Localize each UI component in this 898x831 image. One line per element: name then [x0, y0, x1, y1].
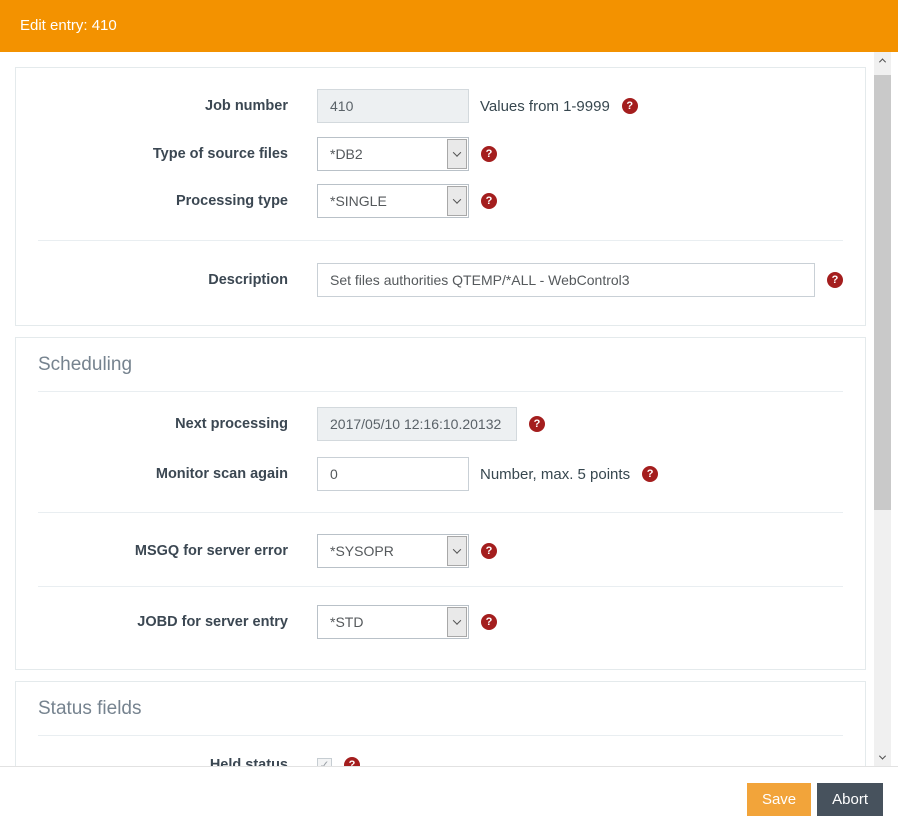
form-row-jobd: JOBD for server entry *STD ?: [38, 605, 843, 639]
msgq-label: MSGQ for server error: [38, 543, 288, 559]
panel-status-fields: Status fields Held status ✓ ?: [15, 681, 866, 766]
monitor-scan-help-icon[interactable]: ?: [642, 466, 658, 482]
processing-type-select[interactable]: *SINGLE: [317, 184, 469, 218]
panel-scheduling: Scheduling Next processing ? Monitor sca…: [15, 337, 866, 670]
monitor-scan-label: Monitor scan again: [38, 466, 288, 482]
chevron-down-icon: [453, 616, 461, 624]
chevron-down-icon: [453, 148, 461, 156]
msgq-dropdown-button[interactable]: [447, 536, 467, 566]
processing-type-dropdown-button[interactable]: [447, 186, 467, 216]
jobd-dropdown-button[interactable]: [447, 607, 467, 637]
divider: [38, 735, 843, 736]
divider: [38, 391, 843, 392]
form-row-source-type: Type of source files *DB2 ?: [38, 137, 843, 171]
panel-general: Job number Values from 1-9999 ? Type of …: [15, 67, 866, 326]
job-number-input[interactable]: [317, 89, 469, 123]
divider: [38, 512, 843, 513]
status-section-title: Status fields: [38, 696, 843, 722]
held-status-label: Held status: [38, 757, 288, 766]
source-type-help-icon[interactable]: ?: [481, 146, 497, 162]
divider: [38, 240, 843, 241]
scroll-down-button[interactable]: [874, 749, 891, 766]
jobd-label: JOBD for server entry: [38, 614, 288, 630]
processing-type-help-icon[interactable]: ?: [481, 193, 497, 209]
dialog-footer: Save Abort: [0, 766, 898, 831]
form-row-next-processing: Next processing ?: [38, 407, 843, 441]
held-status-checkbox[interactable]: ✓: [317, 758, 332, 767]
form-row-description: Description ?: [38, 263, 843, 297]
job-number-label: Job number: [38, 98, 288, 114]
source-type-select[interactable]: *DB2: [317, 137, 469, 171]
form-row-held-status: Held status ✓ ?: [38, 757, 843, 766]
save-button[interactable]: Save: [747, 783, 811, 816]
description-input[interactable]: [317, 263, 815, 297]
dialog-title: Edit entry: 410: [20, 17, 117, 34]
chevron-down-icon: [453, 545, 461, 553]
jobd-select[interactable]: *STD: [317, 605, 469, 639]
scrollbar-thumb[interactable]: [874, 75, 891, 510]
chevron-up-icon: [879, 58, 886, 65]
monitor-scan-hint: Number, max. 5 points: [480, 466, 630, 483]
msgq-select[interactable]: *SYSOPR: [317, 534, 469, 568]
processing-type-label: Processing type: [38, 193, 288, 209]
dialog-title-bar: Edit entry: 410: [0, 0, 898, 52]
job-number-hint: Values from 1-9999: [480, 98, 610, 115]
jobd-help-icon[interactable]: ?: [481, 614, 497, 630]
held-status-help-icon[interactable]: ?: [344, 757, 360, 766]
jobd-selected-value: *STD: [330, 614, 363, 630]
monitor-scan-input[interactable]: [317, 457, 469, 491]
job-number-help-icon[interactable]: ?: [622, 98, 638, 114]
processing-type-selected-value: *SINGLE: [330, 193, 387, 209]
source-type-label: Type of source files: [38, 146, 288, 162]
msgq-help-icon[interactable]: ?: [481, 543, 497, 559]
form-row-processing-type: Processing type *SINGLE ?: [38, 184, 843, 218]
checkmark-icon: ✓: [319, 759, 329, 766]
scheduling-section-title: Scheduling: [38, 352, 843, 378]
form-row-msgq: MSGQ for server error *SYSOPR ?: [38, 534, 843, 568]
next-processing-help-icon[interactable]: ?: [529, 416, 545, 432]
abort-button[interactable]: Abort: [817, 783, 883, 816]
next-processing-input[interactable]: [317, 407, 517, 441]
scroll-up-button[interactable]: [874, 52, 891, 69]
msgq-selected-value: *SYSOPR: [330, 543, 394, 559]
source-type-dropdown-button[interactable]: [447, 139, 467, 169]
divider: [38, 586, 843, 587]
description-label: Description: [38, 272, 288, 288]
form-row-monitor-scan: Monitor scan again Number, max. 5 points…: [38, 457, 843, 491]
chevron-down-icon: [453, 195, 461, 203]
chevron-down-icon: [879, 753, 886, 760]
description-help-icon[interactable]: ?: [827, 272, 843, 288]
source-type-selected-value: *DB2: [330, 146, 363, 162]
dialog-body: Job number Values from 1-9999 ? Type of …: [0, 52, 898, 766]
next-processing-label: Next processing: [38, 416, 288, 432]
vertical-scrollbar[interactable]: [874, 52, 891, 766]
form-row-job-number: Job number Values from 1-9999 ?: [38, 89, 843, 123]
